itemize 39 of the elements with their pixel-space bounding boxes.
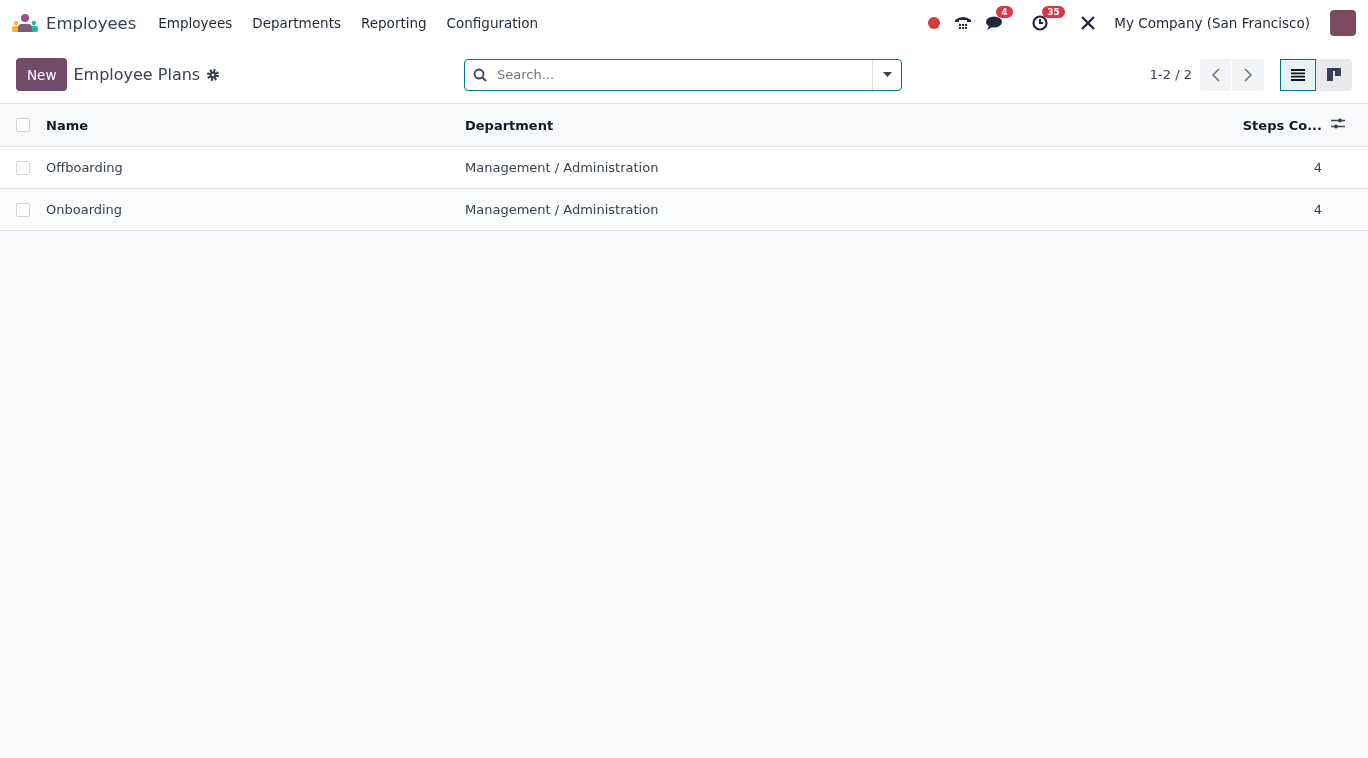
company-switcher[interactable]: My Company (San Francisco) xyxy=(1114,15,1310,31)
recording-dot-icon[interactable] xyxy=(928,17,941,29)
table-cell: Onboarding xyxy=(46,202,123,217)
table-cell: Management / Administration xyxy=(465,160,659,175)
column-header[interactable]: Name xyxy=(46,117,88,133)
sliders-icon[interactable] xyxy=(1331,117,1345,130)
table-cell: 4 xyxy=(1313,202,1322,217)
menu-item[interactable]: Departments xyxy=(242,9,351,37)
search-field[interactable]: Search... xyxy=(495,66,872,83)
search-icon xyxy=(473,67,487,82)
activity-count-badge: 35 xyxy=(1042,6,1065,18)
row-checkbox[interactable] xyxy=(16,160,30,175)
phone-icon[interactable] xyxy=(954,15,973,31)
table-cell: Management / Administration xyxy=(465,202,659,217)
search-bar[interactable]: Search... xyxy=(464,58,902,91)
row-checkbox[interactable] xyxy=(16,202,30,217)
pager-value[interactable]: 1-2 / 2 xyxy=(1149,67,1192,82)
view-switch-button[interactable] xyxy=(1316,58,1352,91)
message-count-badge: 4 xyxy=(996,6,1013,18)
chevron-left-icon xyxy=(1211,67,1220,82)
new-button[interactable]: New xyxy=(16,58,68,91)
column-header[interactable]: Steps Co... xyxy=(1242,117,1322,133)
people-logo-icon[interactable] xyxy=(12,14,38,32)
view-switch-button[interactable] xyxy=(1280,58,1316,91)
gear-icon[interactable] xyxy=(206,67,221,82)
table-cell: 4 xyxy=(1313,160,1322,175)
app-name[interactable]: Employees xyxy=(46,13,137,33)
page-title[interactable]: Employee Plans xyxy=(73,65,201,84)
menu-item[interactable]: Employees xyxy=(148,9,243,37)
clock-icon[interactable] xyxy=(1032,15,1049,31)
select-all-checkbox[interactable] xyxy=(16,118,30,132)
table-cell: Offboarding xyxy=(46,160,123,175)
chevron-right-icon xyxy=(1244,67,1252,82)
caret-icon[interactable] xyxy=(882,72,892,77)
menu-item[interactable]: Reporting xyxy=(350,9,437,37)
column-header[interactable]: Department xyxy=(465,117,554,133)
menu-item[interactable]: Configuration xyxy=(436,9,549,37)
list-view-icon xyxy=(1291,68,1305,81)
kanban-view-icon xyxy=(1327,68,1341,81)
